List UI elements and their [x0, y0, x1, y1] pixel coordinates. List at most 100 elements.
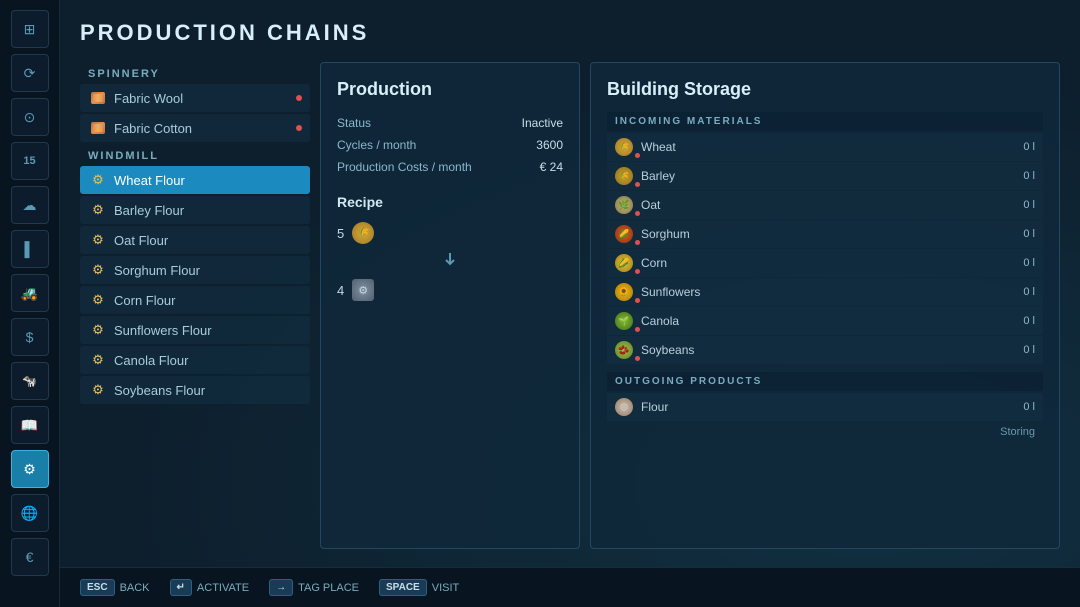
status-dot-2 [296, 125, 302, 131]
recipe-input-amount: 5 [337, 226, 344, 241]
storing-label: Storing [607, 422, 1043, 442]
cycles-label: Cycles / month [337, 138, 416, 152]
sorghum-name: Sorghum [641, 227, 1015, 241]
visit-key[interactable]: SPACE [379, 579, 427, 596]
sidebar-item-animal[interactable]: 🐄 [11, 362, 49, 400]
recipe-output-icon: ⚙ [352, 279, 374, 301]
barley-name: Barley [641, 169, 1015, 183]
tag-label: TAG PLACE [298, 582, 359, 594]
sidebar-item-money[interactable]: $ [11, 318, 49, 356]
recipe-output-amount: 4 [337, 283, 344, 298]
sorghum-val: 0 l [1023, 228, 1035, 240]
recipe-arrow [337, 250, 563, 275]
spinnery-header: SPINNERY [80, 62, 310, 84]
flour-val: 0 l [1023, 401, 1035, 413]
sidebar-item-weather[interactable]: ☁ [11, 186, 49, 224]
sunflowers-dot [635, 298, 640, 303]
recipe-section: Recipe 5 🌾 4 ⚙ [337, 194, 563, 301]
canola-dot [635, 327, 640, 332]
chain-item-barley-flour[interactable]: ⚙ Barley Flour [80, 196, 310, 224]
corn-icon: 🌽 [615, 254, 633, 272]
outgoing-header: OUTGOING PRODUCTS [607, 372, 1043, 391]
corn-val: 0 l [1023, 257, 1035, 269]
chain-item-wheat-flour[interactable]: ⚙ Wheat Flour [80, 166, 310, 194]
storage-row-canola: 🌱 Canola 0 l [607, 307, 1043, 335]
oat-icon: 🌿 [615, 196, 633, 214]
storage-row-corn: 🌽 Corn 0 l [607, 249, 1043, 277]
status-row: Status Inactive [337, 116, 563, 130]
kb-activate: ↵ ACTIVATE [170, 579, 250, 596]
corn-dot [635, 269, 640, 274]
chain-item-sorghum-flour[interactable]: ⚙ Sorghum Flour [80, 256, 310, 284]
fabric-icon-2 [90, 120, 106, 136]
kb-visit: SPACE VISIT [379, 579, 459, 596]
flour-icon: ⬡ [615, 398, 633, 416]
cycles-row: Cycles / month 3600 [337, 138, 563, 152]
kb-esc: ESC BACK [80, 579, 150, 596]
windmill-icon-2: ⚙ [90, 202, 106, 218]
windmill-icon-6: ⚙ [90, 322, 106, 338]
chain-item-canola-flour[interactable]: ⚙ Canola Flour [80, 346, 310, 374]
oat-dot [635, 211, 640, 216]
barley-dot [635, 182, 640, 187]
esc-key[interactable]: ESC [80, 579, 115, 596]
costs-value: € 24 [540, 160, 563, 174]
sidebar-item-book[interactable]: 📖 [11, 406, 49, 444]
recipe-wheat-icon: 🌾 [352, 222, 374, 244]
sidebar-item-euro[interactable]: € [11, 538, 49, 576]
activate-label: ACTIVATE [197, 582, 249, 594]
chain-item-oat-flour[interactable]: ⚙ Oat Flour [80, 226, 310, 254]
sunflower-icon: 🌻 [615, 283, 633, 301]
soybeans-dot [635, 356, 640, 361]
chain-item-corn-flour[interactable]: ⚙ Corn Flour [80, 286, 310, 314]
chain-item-soybeans-flour[interactable]: ⚙ Soybeans Flour [80, 376, 310, 404]
windmill-icon: ⚙ [90, 172, 106, 188]
storage-row-barley: 🌾 Barley 0 l [607, 162, 1043, 190]
fabric-icon [90, 90, 106, 106]
sorghum-icon: 🌽 [615, 225, 633, 243]
incoming-header: INCOMING MATERIALS [607, 112, 1043, 131]
sidebar-item-calendar[interactable]: 15 [11, 142, 49, 180]
sidebar-item-steering[interactable]: ⊙ [11, 98, 49, 136]
windmill-icon-3: ⚙ [90, 232, 106, 248]
production-panel: Production Status Inactive Cycles / mont… [320, 62, 580, 549]
chain-item-fabric-wool[interactable]: Fabric Wool [80, 84, 310, 112]
sunflowers-val: 0 l [1023, 286, 1035, 298]
costs-label: Production Costs / month [337, 160, 472, 174]
chain-item-sunflowers-flour[interactable]: ⚙ Sunflowers Flour [80, 316, 310, 344]
bottom-bar: ESC BACK ↵ ACTIVATE → TAG PLACE SPACE VI… [60, 567, 1080, 607]
activate-key[interactable]: ↵ [170, 579, 192, 596]
windmill-icon-4: ⚙ [90, 262, 106, 278]
storage-row-sunflowers: 🌻 Sunflowers 0 l [607, 278, 1043, 306]
recipe-input-row: 5 🌾 [337, 222, 563, 244]
sidebar-item-planet[interactable]: 🌐 [11, 494, 49, 532]
storage-row-wheat: 🌾 Wheat 0 l [607, 133, 1043, 161]
storage-row-flour: ⬡ Flour 0 l [607, 393, 1043, 421]
wheat-icon: 🌾 [615, 138, 633, 156]
canola-icon: 🌱 [615, 312, 633, 330]
storage-title: Building Storage [607, 79, 1043, 100]
cycles-value: 3600 [536, 138, 563, 152]
production-title: Production [337, 79, 563, 100]
soybeans-val: 0 l [1023, 344, 1035, 356]
sidebar-item-chart[interactable]: ▌ [11, 230, 49, 268]
windmill-header: WINDMILL [80, 144, 310, 166]
soybeans-name: Soybeans [641, 343, 1015, 357]
sidebar-item-trade[interactable]: ⟳ [11, 54, 49, 92]
sidebar-item-production[interactable]: ⚙ [11, 450, 49, 488]
barley-val: 0 l [1023, 170, 1035, 182]
corn-name: Corn [641, 256, 1015, 270]
canola-name: Canola [641, 314, 1015, 328]
chain-item-fabric-cotton[interactable]: Fabric Cotton [80, 114, 310, 142]
sidebar: ⊞ ⟳ ⊙ 15 ☁ ▌ 🚜 $ 🐄 📖 ⚙ 🌐 € [0, 0, 60, 607]
storage-row-soybeans: 🫘 Soybeans 0 l [607, 336, 1043, 364]
sidebar-item-vehicle[interactable]: 🚜 [11, 274, 49, 312]
sidebar-item-map[interactable]: ⊞ [11, 10, 49, 48]
page-title: PRODUCTION CHAINS [80, 20, 1060, 46]
content-row: SPINNERY Fabric Wool Fabric Cotton WINDM… [80, 62, 1060, 549]
soybean-icon: 🫘 [615, 341, 633, 359]
windmill-icon-8: ⚙ [90, 382, 106, 398]
visit-label: VISIT [432, 582, 460, 594]
tag-key[interactable]: → [269, 579, 293, 596]
status-value: Inactive [522, 116, 563, 130]
